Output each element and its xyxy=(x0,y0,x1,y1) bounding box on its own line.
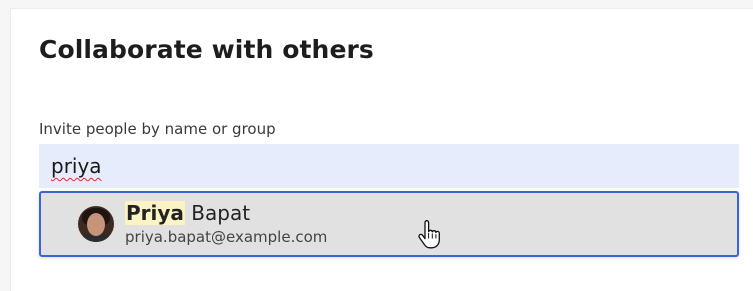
avatar xyxy=(78,206,114,242)
suggestion-name: Priya Bapat xyxy=(125,201,250,225)
suggestion-item[interactable]: Priya Bapat priya.bapat@example.com xyxy=(41,193,737,255)
suggestion-email: priya.bapat@example.com xyxy=(125,228,328,246)
suggestion-name-match: Priya xyxy=(125,201,185,225)
dialog-title: Collaborate with others xyxy=(39,35,374,64)
hand-pointer-icon xyxy=(418,220,440,249)
invite-field-label: Invite people by name or group xyxy=(39,120,276,138)
suggestion-dropdown: Priya Bapat priya.bapat@example.com xyxy=(39,191,739,257)
invite-search-input[interactable]: priya xyxy=(39,144,739,188)
collaborate-dialog: Collaborate with others Invite people by… xyxy=(10,8,753,291)
suggestion-name-rest: Bapat xyxy=(184,201,251,225)
search-input-value: priya xyxy=(51,154,102,178)
